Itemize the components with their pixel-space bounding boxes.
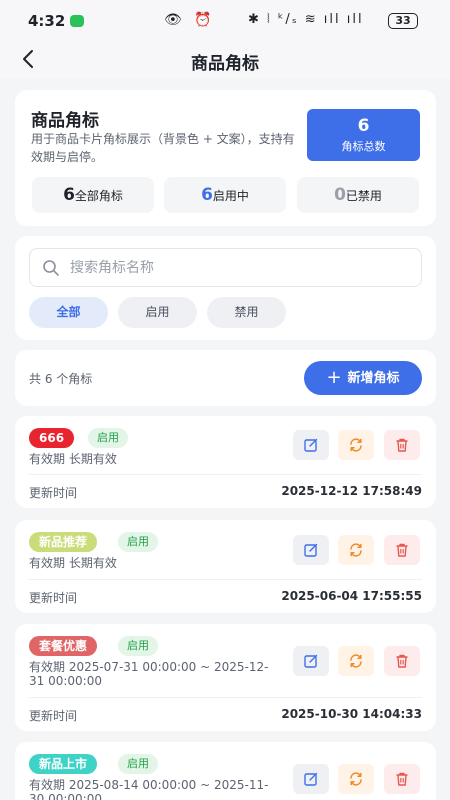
list-item: 666 启用 有效期 长期有效 更新时间 2025-12-12 17:58:49 [15,416,436,508]
stat-enabled: 6启用中 [164,177,286,213]
stat-disabled-label: 已禁用 [345,189,382,203]
summary-description: 用于商品卡片角标展示（背景色 + 文案），支持有效期与启停。 [31,132,295,164]
list-item: 新品推荐 启用 有效期 长期有效 更新时间 2025-06-04 17:55:5… [15,520,436,613]
status-time: 4:32 [28,12,66,30]
badge-tag: 666 [29,428,75,448]
update-time-value: 2025-10-30 14:04:33 [281,707,422,721]
add-badge-label: 新增角标 [347,371,400,386]
refresh-icon [350,654,362,668]
status-bar: 4:32 👁 ⏰ ✱ ⦚ ᵏ/ₛ ≋ ıll ıll 33 [0,0,450,42]
summary-title: 商品角标 [31,111,99,131]
toggle-status-button[interactable] [338,430,374,460]
validity-text: 有效期 2025-07-31 00:00:00 ~ 2025-12-31 00:… [29,660,269,688]
edit-button[interactable] [293,646,329,676]
toggle-status-button[interactable] [338,535,374,565]
stat-disabled-value: 0 [334,185,346,205]
stat-all-label: 全部角标 [74,189,123,203]
stat-enabled-label: 启用中 [212,189,249,203]
status-badge: 启用 [118,636,158,656]
edit-icon [304,543,318,557]
add-badge-button[interactable]: + 新增角标 [304,361,422,395]
delete-button[interactable] [384,535,420,565]
update-time-label: 更新时间 [29,709,78,723]
edit-button[interactable] [293,430,329,460]
filter-card: 全部 启用 禁用 [15,236,436,340]
total-count-label: 角标总数 [341,140,386,153]
status-badge: 启用 [88,428,128,448]
battery-icon: 33 [388,13,418,29]
total-count-box: 6 角标总数 [307,109,420,161]
search-box[interactable] [29,248,422,287]
edit-icon [304,772,318,786]
badge-tag: 新品上市 [29,754,98,774]
list-header: 共 6 个角标 + 新增角标 [15,350,436,406]
plus-icon: + [326,367,342,388]
search-input[interactable] [70,258,400,278]
delete-button[interactable] [384,430,420,460]
validity-text: 有效期 长期有效 [29,452,117,466]
refresh-icon [350,543,362,557]
nav-bar: 商品角标 [0,42,450,78]
delete-button[interactable] [384,646,420,676]
badge-count-text: 共 6 个角标 [29,372,93,386]
update-time-label: 更新时间 [29,486,78,500]
edit-icon [304,654,318,668]
badge-tag: 套餐优惠 [29,636,98,656]
stat-enabled-value: 6 [201,185,213,205]
edit-icon [304,438,318,452]
update-time-value: 2025-06-04 17:55:55 [281,589,422,603]
stat-all-value: 6 [63,185,75,205]
divider [29,579,422,580]
trash-icon [396,772,408,786]
page-title: 商品角标 [191,54,259,74]
filter-chip-disabled[interactable]: 禁用 [207,297,286,328]
list-item: 套餐优惠 启用 有效期 2025-07-31 00:00:00 ~ 2025-1… [15,624,436,731]
total-count-value: 6 [357,116,370,136]
trash-icon [396,543,408,557]
wechat-icon [70,15,84,27]
validity-text: 有效期 2025-08-14 00:00:00 ~ 2025-11-30 00:… [29,778,269,800]
filter-chip-all[interactable]: 全部 [29,297,108,328]
status-icons-mid: 👁 ⏰ [164,12,216,28]
trash-icon [396,438,408,452]
refresh-icon [350,438,362,452]
badge-tag: 新品推荐 [29,532,98,552]
status-badge: 启用 [118,754,158,774]
search-icon [43,260,59,276]
delete-button[interactable] [384,764,420,794]
refresh-icon [350,772,362,786]
divider [29,697,422,698]
status-badge: 启用 [118,532,158,552]
edit-button[interactable] [293,764,329,794]
update-time-value: 2025-12-12 17:58:49 [281,484,422,498]
validity-text: 有效期 长期有效 [29,556,117,570]
trash-icon [396,654,408,668]
signal-icons: ✱ ⦚ ᵏ/ₛ ≋ ıll ıll [248,12,364,27]
stat-all: 6全部角标 [32,177,154,213]
stat-disabled: 0已禁用 [297,177,419,213]
edit-button[interactable] [293,535,329,565]
filter-chip-enabled[interactable]: 启用 [118,297,197,328]
update-time-label: 更新时间 [29,591,78,605]
toggle-status-button[interactable] [338,764,374,794]
divider [29,474,422,475]
summary-card: 商品角标 用于商品卡片角标展示（背景色 + 文案），支持有效期与启停。 6 角标… [15,90,436,226]
toggle-status-button[interactable] [338,646,374,676]
list-item: 新品上市 启用 有效期 2025-08-14 00:00:00 ~ 2025-1… [15,742,436,800]
